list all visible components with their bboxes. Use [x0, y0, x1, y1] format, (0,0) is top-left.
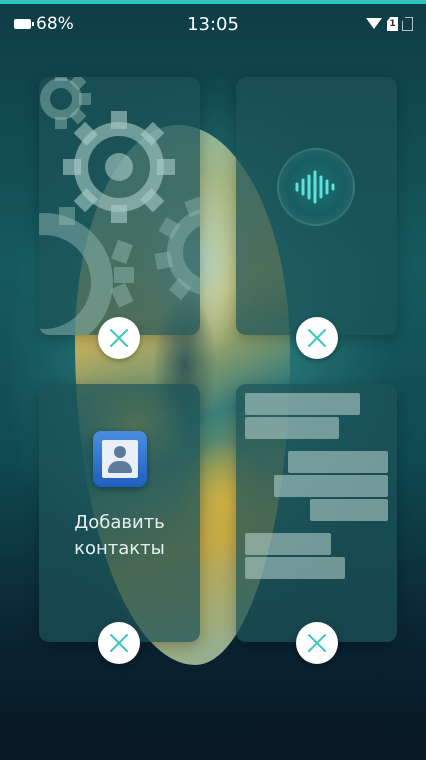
chat-bubble — [245, 417, 339, 439]
chat-bubble — [310, 499, 388, 521]
close-x-icon — [110, 329, 128, 347]
close-settings-button[interactable] — [98, 317, 140, 359]
chat-bubble — [245, 557, 345, 579]
close-x-icon — [110, 634, 128, 652]
status-time: 13:05 — [187, 14, 239, 35]
sound-wave-icon — [295, 170, 335, 204]
contacts-label-line-1: Добавить — [74, 512, 165, 533]
sim-slot-number: 1 — [389, 19, 396, 29]
status-bar: 68% 13:05 1 — [0, 4, 426, 42]
contacts-card-label: Добавить контакты — [39, 510, 200, 562]
app-card-voice-recorder[interactable] — [236, 77, 397, 335]
chat-bubble — [288, 451, 388, 473]
recent-apps-screen: 68% 13:05 1 Добавить контакты — [0, 0, 426, 760]
chat-bubble — [245, 393, 360, 415]
contacts-icon — [93, 431, 147, 487]
bottom-fade — [0, 700, 426, 760]
close-x-icon — [308, 329, 326, 347]
close-voice-recorder-button[interactable] — [296, 317, 338, 359]
gears-icon — [39, 77, 200, 335]
chat-bubble — [274, 475, 388, 497]
wifi-icon — [366, 18, 382, 29]
close-x-icon — [308, 634, 326, 652]
contacts-label-line-2: контакты — [74, 538, 165, 559]
close-messages-button[interactable] — [296, 622, 338, 664]
app-card-settings[interactable] — [39, 77, 200, 335]
app-card-contacts[interactable]: Добавить контакты — [39, 384, 200, 642]
close-contacts-button[interactable] — [98, 622, 140, 664]
chat-bubble — [245, 533, 331, 555]
app-card-messages[interactable] — [236, 384, 397, 642]
